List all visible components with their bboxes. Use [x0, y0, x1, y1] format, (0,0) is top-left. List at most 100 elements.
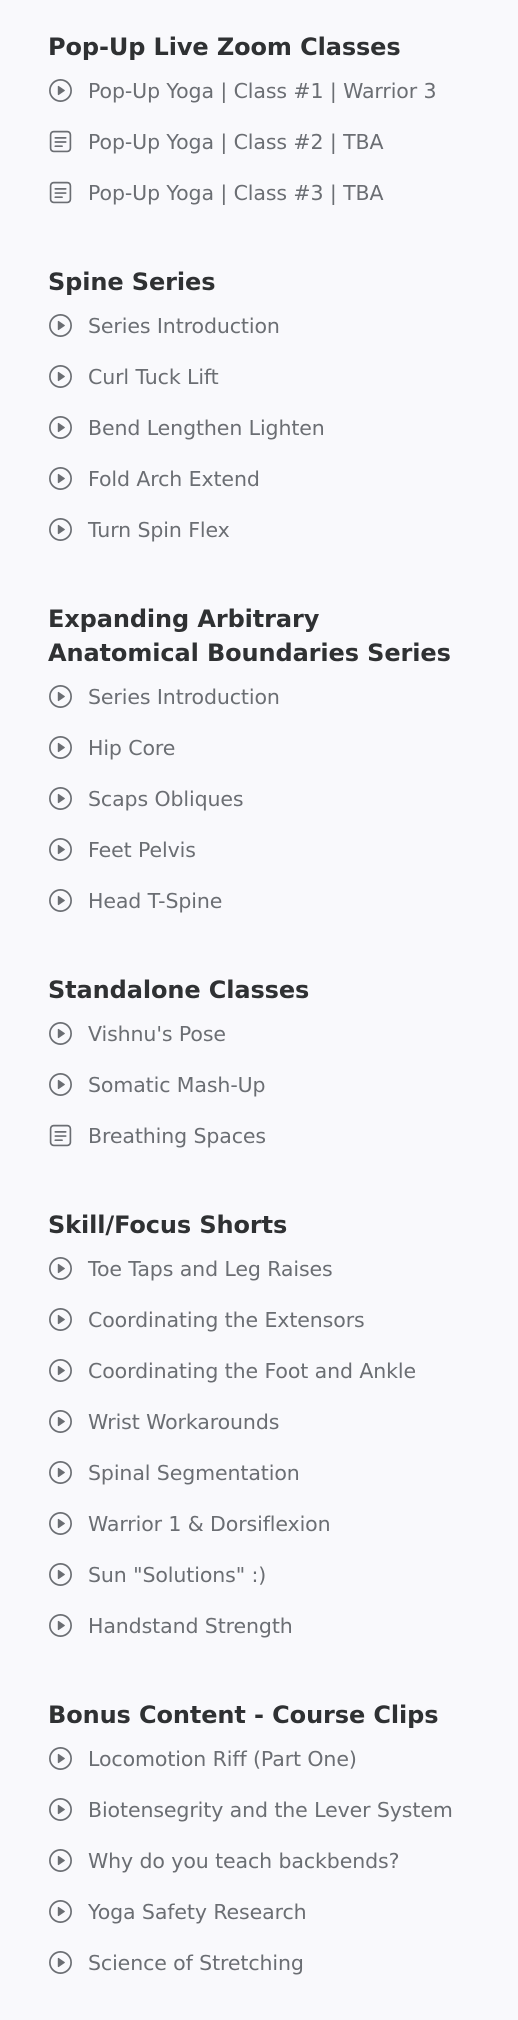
lesson-item[interactable]: Warrior 1 & Dorsiflexion [48, 1498, 470, 1549]
lesson-item[interactable]: Locomotion Riff (Part One) [48, 1733, 470, 1784]
play-circle-icon [48, 786, 73, 811]
document-icon [48, 1123, 73, 1148]
lesson-list: Toe Taps and Leg Raises Coordinating the … [48, 1243, 470, 1651]
course-curriculum: Pop-Up Live Zoom Classes Pop-Up Yoga | Cl… [0, 0, 518, 2020]
play-circle-icon [48, 1358, 73, 1383]
lesson-item[interactable]: Spinal Segmentation [48, 1447, 470, 1498]
lesson-item[interactable]: Head T-Spine [48, 875, 470, 926]
play-circle-icon [48, 837, 73, 862]
lesson-label[interactable]: Wrist Workarounds [88, 1408, 279, 1436]
play-circle-icon [48, 78, 73, 103]
play-circle-icon [48, 888, 73, 913]
lesson-label[interactable]: Biotensegrity and the Lever System [88, 1796, 453, 1824]
lesson-item[interactable]: Science of Stretching [48, 1937, 470, 1988]
lesson-label[interactable]: Coordinating the Extensors [88, 1306, 365, 1334]
lesson-item[interactable]: Hip Core [48, 722, 470, 773]
lesson-item[interactable]: Coordinating the Extensors [48, 1294, 470, 1345]
play-circle-icon [48, 1021, 73, 1046]
lesson-item[interactable]: Handstand Strength [48, 1600, 470, 1651]
lesson-list: Pop-Up Yoga | Class #1 | Warrior 3 Pop-Up… [48, 65, 470, 218]
lesson-list: Series Introduction Curl Tuck Lift Bend Le… [48, 300, 470, 555]
lesson-label[interactable]: Coordinating the Foot and Ankle [88, 1357, 416, 1385]
lesson-label[interactable]: Series Introduction [88, 312, 280, 340]
lesson-item[interactable]: Why do you teach backbends? [48, 1835, 470, 1886]
lesson-label[interactable]: Series Introduction [88, 683, 280, 711]
section-title: Pop-Up Live Zoom Classes [48, 33, 401, 61]
play-circle-icon [48, 1307, 73, 1332]
section-list: Pop-Up Live Zoom Classes Pop-Up Yoga | Cl… [48, 30, 470, 1988]
lesson-item[interactable]: Wrist Workarounds [48, 1396, 470, 1447]
section-title: Skill/Focus Shorts [48, 1211, 288, 1239]
lesson-label[interactable]: Spinal Segmentation [88, 1459, 300, 1487]
lesson-item[interactable]: Pop-Up Yoga | Class #1 | Warrior 3 [48, 65, 470, 116]
lesson-list: Vishnu's Pose Somatic Mash-Up Breathing Sp… [48, 1008, 470, 1161]
play-circle-icon [48, 415, 73, 440]
lesson-label[interactable]: Pop-Up Yoga | Class #2 | TBA [88, 128, 384, 156]
lesson-label[interactable]: Why do you teach backbends? [88, 1847, 399, 1875]
document-icon [48, 129, 73, 154]
lesson-label[interactable]: Fold Arch Extend [88, 465, 260, 493]
lesson-label[interactable]: Sun "Solutions" :) [88, 1561, 266, 1589]
lesson-list: Locomotion Riff (Part One) Biotensegrity … [48, 1733, 470, 1988]
lesson-item[interactable]: Yoga Safety Research [48, 1886, 470, 1937]
play-circle-icon [48, 313, 73, 338]
play-circle-icon [48, 1256, 73, 1281]
play-circle-icon [48, 1746, 73, 1771]
lesson-item[interactable]: Curl Tuck Lift [48, 351, 470, 402]
lesson-label[interactable]: Hip Core [88, 734, 175, 762]
lesson-item[interactable]: Pop-Up Yoga | Class #2 | TBA [48, 116, 470, 167]
lesson-list: Series Introduction Hip Core Scaps Oblique… [48, 671, 470, 926]
play-circle-icon [48, 517, 73, 542]
lesson-item[interactable]: Breathing Spaces [48, 1110, 470, 1161]
lesson-label[interactable]: Bend Lengthen Lighten [88, 414, 325, 442]
lesson-item[interactable]: Somatic Mash-Up [48, 1059, 470, 1110]
lesson-item[interactable]: Scaps Obliques [48, 773, 470, 824]
lesson-label[interactable]: Head T-Spine [88, 887, 222, 915]
lesson-label[interactable]: Handstand Strength [88, 1612, 293, 1640]
lesson-label[interactable]: Somatic Mash-Up [88, 1071, 266, 1099]
lesson-label[interactable]: Toe Taps and Leg Raises [88, 1255, 333, 1283]
play-circle-icon [48, 1613, 73, 1638]
section-title: Expanding Arbitrary Anatomical Boundarie… [48, 605, 451, 667]
lesson-item[interactable]: Vishnu's Pose [48, 1008, 470, 1059]
lesson-item[interactable]: Feet Pelvis [48, 824, 470, 875]
lesson-label[interactable]: Curl Tuck Lift [88, 363, 219, 391]
section-title: Standalone Classes [48, 976, 310, 1004]
play-circle-icon [48, 1072, 73, 1097]
lesson-label[interactable]: Pop-Up Yoga | Class #3 | TBA [88, 179, 384, 207]
lesson-label[interactable]: Locomotion Riff (Part One) [88, 1745, 357, 1773]
lesson-label[interactable]: Warrior 1 & Dorsiflexion [88, 1510, 331, 1538]
lesson-item[interactable]: Series Introduction [48, 671, 470, 722]
document-icon [48, 180, 73, 205]
lesson-label[interactable]: Turn Spin Flex [88, 516, 230, 544]
lesson-item[interactable]: Coordinating the Foot and Ankle [48, 1345, 470, 1396]
section-title: Bonus Content - Course Clips [48, 1701, 439, 1729]
lesson-item[interactable]: Fold Arch Extend [48, 453, 470, 504]
lesson-label[interactable]: Yoga Safety Research [88, 1898, 307, 1926]
lesson-label[interactable]: Scaps Obliques [88, 785, 244, 813]
lesson-label[interactable]: Breathing Spaces [88, 1122, 266, 1150]
lesson-label[interactable]: Science of Stretching [88, 1949, 304, 1977]
lesson-item[interactable]: Biotensegrity and the Lever System [48, 1784, 470, 1835]
play-circle-icon [48, 364, 73, 389]
play-circle-icon [48, 1562, 73, 1587]
lesson-item[interactable]: Turn Spin Flex [48, 504, 470, 555]
lesson-item[interactable]: Bend Lengthen Lighten [48, 402, 470, 453]
lesson-item[interactable]: Series Introduction [48, 300, 470, 351]
section-skill-focus-shorts: Skill/Focus Shorts Toe Taps and Leg Raise… [48, 1208, 470, 1651]
section-spine-series: Spine Series Series Introduction Curl Tuck… [48, 265, 470, 555]
section-standalone-classes: Standalone Classes Vishnu's Pose Somatic M… [48, 973, 470, 1161]
lesson-label[interactable]: Feet Pelvis [88, 836, 196, 864]
play-circle-icon [48, 1848, 73, 1873]
lesson-item[interactable]: Sun "Solutions" :) [48, 1549, 470, 1600]
section-bonus-content-course-clips: Bonus Content - Course Clips Locomotion R… [48, 1698, 470, 1988]
play-circle-icon [48, 735, 73, 760]
lesson-item[interactable]: Pop-Up Yoga | Class #3 | TBA [48, 167, 470, 218]
play-circle-icon [48, 466, 73, 491]
lesson-label[interactable]: Pop-Up Yoga | Class #1 | Warrior 3 [88, 77, 437, 105]
lesson-item[interactable]: Toe Taps and Leg Raises [48, 1243, 470, 1294]
play-circle-icon [48, 1511, 73, 1536]
play-circle-icon [48, 1409, 73, 1434]
play-circle-icon [48, 1899, 73, 1924]
lesson-label[interactable]: Vishnu's Pose [88, 1020, 226, 1048]
